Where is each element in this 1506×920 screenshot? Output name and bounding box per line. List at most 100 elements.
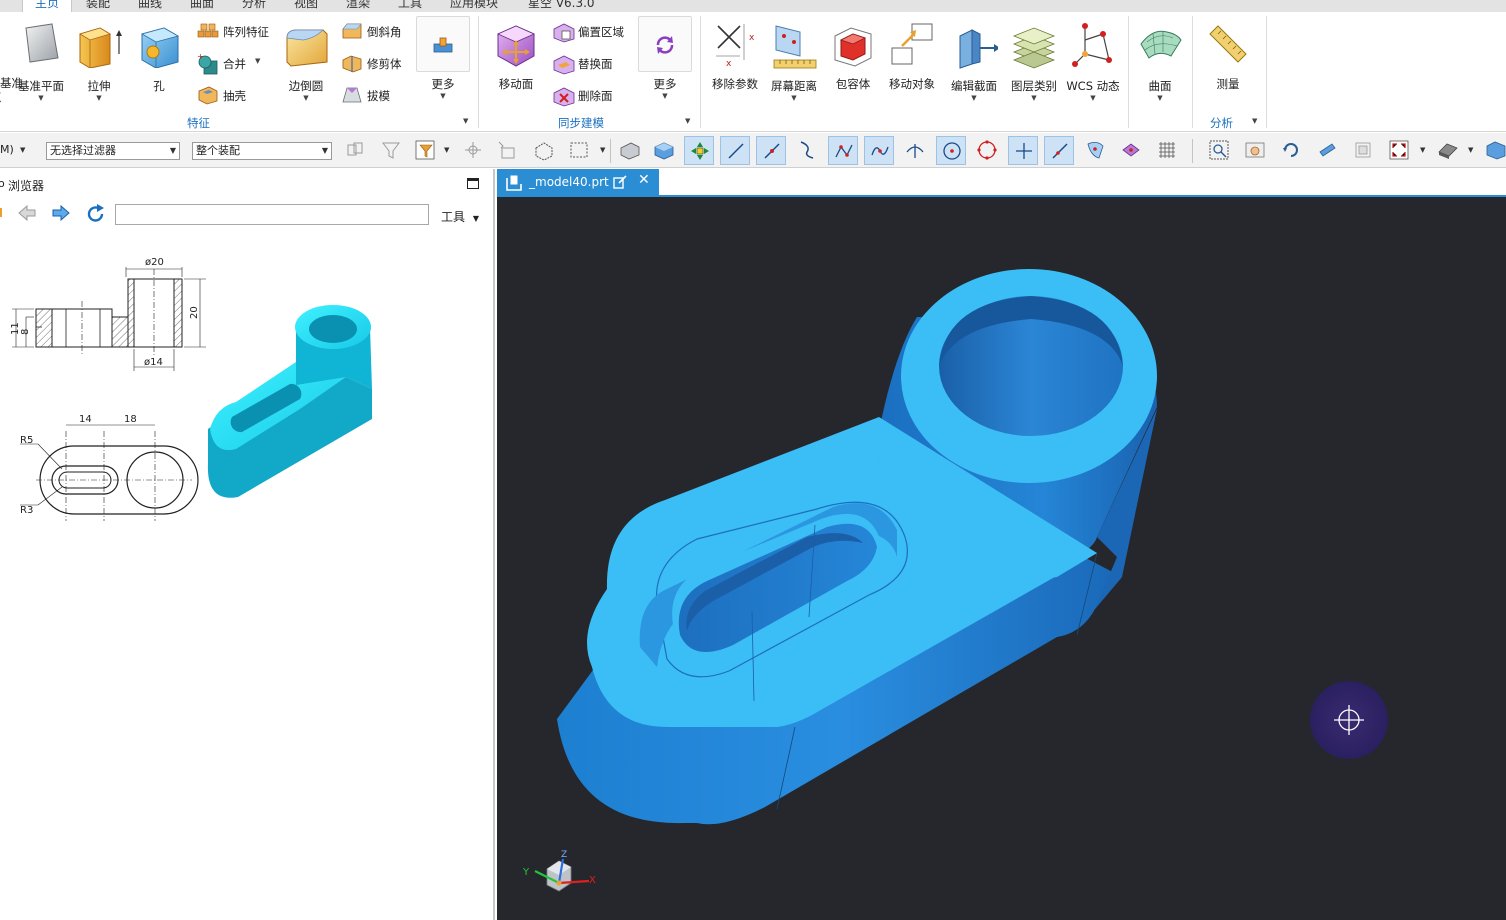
snap-spline-button[interactable]: [864, 136, 894, 165]
remove-parameters-button[interactable]: x x 移除参数: [708, 16, 762, 100]
datum-plane-button[interactable]: 基准平面 ▼: [14, 16, 68, 110]
document-tab[interactable]: _model40.prt ✕: [497, 169, 659, 197]
zoom-area-button[interactable]: [1204, 136, 1234, 165]
shaded-view-button[interactable]: [614, 136, 644, 165]
edit-section-button[interactable]: 编辑截面 ▼: [946, 16, 1002, 110]
chevron-down-icon[interactable]: ▼: [600, 146, 605, 154]
ribbon-separator: [700, 16, 701, 128]
snap-control-point-button[interactable]: [828, 136, 858, 165]
shell-button[interactable]: 抽壳: [197, 84, 257, 106]
features-more-button[interactable]: 更多 ▼: [416, 16, 470, 110]
snap-existing-point-button[interactable]: [1008, 136, 1038, 165]
chevron-down-icon[interactable]: ▼: [444, 146, 449, 154]
back-arrow-icon[interactable]: [18, 205, 36, 221]
select-feature-button[interactable]: [492, 136, 522, 165]
snap-center-button[interactable]: [936, 136, 966, 165]
surface-label: 曲面: [1148, 79, 1172, 93]
extrude-button[interactable]: 拉伸 ▼: [74, 16, 124, 110]
snap-bounded-grid-button[interactable]: [1116, 136, 1146, 165]
reset-filter-button[interactable]: [376, 136, 406, 165]
maximize-panel-icon[interactable]: [467, 178, 479, 189]
edit-document-icon[interactable]: [613, 175, 627, 189]
sync-more-button[interactable]: 更多 ▼: [638, 16, 692, 110]
layer-category-button[interactable]: 图层类别 ▼: [1006, 16, 1062, 110]
filter-funnel-icon: [415, 140, 435, 160]
rotate-button[interactable]: [1276, 136, 1306, 165]
snap-point-button[interactable]: [458, 136, 488, 165]
snap-line-button[interactable]: [720, 136, 750, 165]
draft-button[interactable]: 拔模: [341, 84, 401, 106]
snap-curve-button[interactable]: [792, 136, 822, 165]
measure-button[interactable]: 测量: [1200, 16, 1256, 100]
snap-intersection-button[interactable]: [900, 136, 930, 165]
snap-endpoint-button[interactable]: [684, 136, 714, 165]
refresh-icon[interactable]: [85, 203, 107, 225]
tab-curve[interactable]: 曲线: [138, 0, 162, 11]
triad-y-label: Y: [522, 867, 530, 878]
tab-render[interactable]: 渲染: [346, 0, 370, 11]
unite-button[interactable]: + 合并 ▼: [197, 52, 267, 75]
selection-scope-dropdown[interactable]: 整个装配 ▼: [192, 142, 332, 160]
bounding-body-icon: [834, 27, 872, 67]
replace-face-button[interactable]: 替换面: [552, 52, 622, 75]
home-icon[interactable]: [0, 208, 2, 217]
move-face-button[interactable]: 移动面: [488, 16, 544, 100]
analysis-group-launcher-icon[interactable]: ▼: [1252, 117, 1257, 125]
fit-button[interactable]: [1384, 136, 1414, 165]
snap-point-on-curve-button[interactable]: [1044, 136, 1074, 165]
solid-view-button[interactable]: [648, 136, 678, 165]
tab-application[interactable]: 应用模块: [450, 0, 498, 11]
browser-tools-menu[interactable]: 工具 ▼: [441, 208, 479, 225]
rectangle-select-button[interactable]: [564, 136, 594, 165]
bounding-body-button[interactable]: 包容体: [826, 16, 880, 100]
edge-blend-button[interactable]: 边倒圆 ▼: [280, 16, 332, 110]
chevron-down-icon[interactable]: ▼: [1468, 146, 1473, 154]
general-filter-button[interactable]: [410, 136, 440, 165]
chevron-down-icon[interactable]: ▼: [20, 146, 25, 154]
radius-5-dimension: R5: [20, 435, 33, 446]
close-tab-icon[interactable]: ✕: [638, 172, 650, 188]
chevron-down-icon[interactable]: ▼: [1420, 146, 1425, 154]
menu-cut-label[interactable]: M): [0, 143, 14, 156]
snap-point-on-surface-button[interactable]: [1080, 136, 1110, 165]
selection-filter-dropdown[interactable]: 无选择过滤器 ▼: [46, 142, 180, 160]
surface-button[interactable]: 曲面 ▼: [1134, 16, 1186, 110]
chevron-down-icon: ▼: [971, 94, 977, 102]
control-point-icon: [835, 144, 853, 158]
grid-button[interactable]: [1152, 136, 1182, 165]
sync-group-launcher-icon[interactable]: ▼: [685, 117, 690, 125]
browser-address-input[interactable]: [115, 204, 429, 225]
pan-button[interactable]: [1240, 136, 1270, 165]
tab-tools[interactable]: 工具: [398, 0, 422, 11]
display-mode-button[interactable]: [1480, 136, 1506, 165]
delete-face-button[interactable]: 删除面: [552, 84, 622, 107]
section-view-button[interactable]: [1348, 136, 1378, 165]
features-group-launcher-icon[interactable]: ▼: [463, 117, 468, 125]
pattern-feature-button[interactable]: 阵列特征: [197, 20, 277, 42]
render-style-button[interactable]: [1432, 136, 1462, 165]
hole-button[interactable]: 孔: [134, 16, 184, 100]
tab-home[interactable]: 主页: [22, 0, 73, 12]
unite-icon: +: [197, 53, 218, 75]
tab-version: 星空 V6.3.0: [528, 0, 595, 10]
forward-arrow-icon[interactable]: [52, 205, 70, 221]
orient-view-button[interactable]: [1312, 136, 1342, 165]
select-body-button[interactable]: [528, 136, 558, 165]
offset-region-button[interactable]: 偏置区域: [552, 20, 636, 43]
select-feature-icon: [498, 141, 515, 159]
chevron-down-icon: ▼: [303, 94, 309, 102]
tab-view[interactable]: 视图: [294, 0, 318, 11]
type-filter-button[interactable]: [340, 136, 370, 165]
graphics-viewport[interactable]: Y X Z: [497, 197, 1506, 920]
tab-surface[interactable]: 曲面: [190, 0, 214, 11]
snap-quadrant-button[interactable]: [972, 136, 1002, 165]
chamfer-button[interactable]: 倒斜角: [341, 20, 411, 42]
tab-analysis[interactable]: 分析: [242, 0, 266, 11]
snap-midpoint-button[interactable]: [756, 136, 786, 165]
wcs-dynamic-button[interactable]: WCS 动态 ▼: [1064, 16, 1122, 110]
tab-assembly[interactable]: 装配: [86, 0, 110, 11]
screen-distance-button[interactable]: 屏幕距离 ▼: [766, 16, 822, 110]
move-object-button[interactable]: 移动对象: [884, 16, 940, 100]
chevron-down-icon: ▼: [1157, 94, 1163, 102]
trim-body-button[interactable]: 修剪体: [341, 52, 411, 74]
